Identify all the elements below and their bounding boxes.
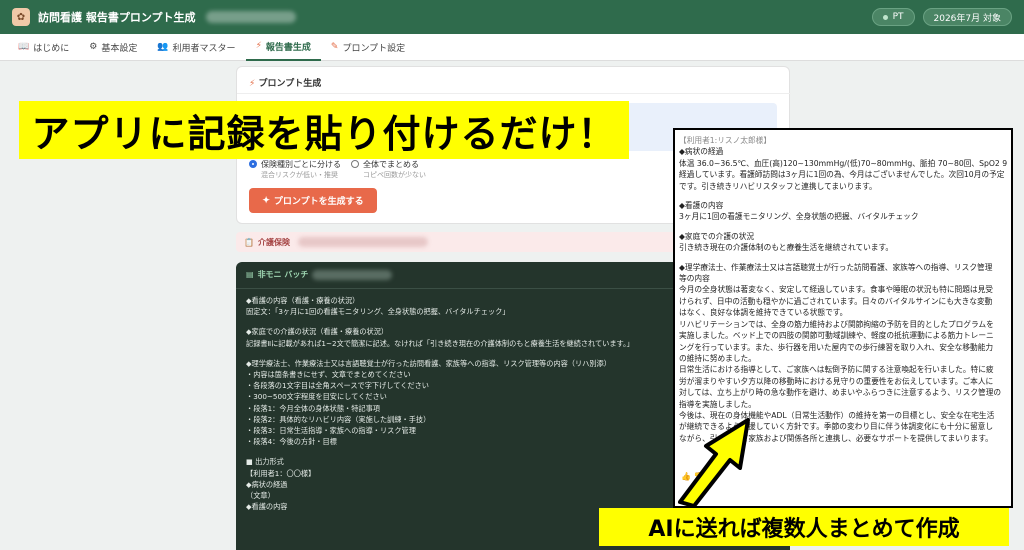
- document-line: リハビリテーションでは、全身の筋力維持および関節拘縮の予防を目的としたプログラム…: [679, 319, 994, 329]
- document-line: ◆看護の内容: [679, 201, 724, 211]
- ai-output-text: 【利用者1:リスノ太郎様】 ◆病状の経過 体温 36.0~36.5℃、血圧(高)12…: [679, 135, 1007, 444]
- document-line: 【利用者1:リスノ太郎様】: [679, 136, 772, 145]
- output-mode-options: 保険種別ごとに分ける 混合リスクが低い・推奨 全体でまとめる コピペ回数が少ない: [249, 159, 426, 180]
- document-line: ングを行っています。また、歩行器を用いた屋内での歩行練習を取り入れ、安全な移動能…: [679, 342, 994, 352]
- panel-title: ⚡ プロンプト生成: [249, 79, 322, 89]
- blurred-user-info: [205, 11, 296, 23]
- document-line: 経過しています。看護師訪問は3ヶ月に1回の為、今月はございませんでした。次回10…: [679, 170, 1005, 180]
- document-line: 実施しました。ベッド上での四肢の関節可動域訓練や、軽度の抵抗運動による筋力トレー…: [679, 331, 994, 341]
- radio-selected-icon: [249, 160, 257, 168]
- tab-basic-settings[interactable]: ⚙ 基本設定: [79, 34, 147, 61]
- pencil-icon: ✎: [330, 42, 339, 52]
- document-line: です。引き続きリハビリスタッフと連携してまいります。: [679, 181, 877, 191]
- headline-banner: アプリに記録を貼り付けるだけ！: [19, 101, 629, 159]
- app-header: ✿ 訪問看護 報告書プロンプト生成 PT 2026年7月 対象: [0, 0, 1024, 34]
- divider: [237, 93, 791, 94]
- document-line: ◆家庭での介護の状況: [679, 231, 755, 241]
- document-line: 労が溜まりやすい夕方以降の移動時における見守りの重要性をお伝えしています。ご本人…: [679, 376, 994, 386]
- document-line: 今月の全身状態は著変なく、安定して経過しています。食事や睡眠の状況も特に問題は見…: [679, 285, 993, 295]
- tab-intro[interactable]: 📖 はじめに: [8, 34, 79, 61]
- bolt-icon: ⚡: [255, 41, 262, 51]
- document-line: ◆病状の経過: [679, 147, 724, 157]
- arrow-up-right-icon: [678, 418, 750, 508]
- gear-icon: ⚙: [89, 42, 98, 52]
- document-line: 体温 36.0~36.5℃、血圧(高)120~130mmHg/(低)70~80m…: [679, 158, 1007, 168]
- tab-report-generate[interactable]: ⚡ 報告書生成: [245, 34, 321, 61]
- blurred-detail: [312, 270, 393, 280]
- bolt-icon: ⚡: [249, 79, 256, 89]
- document-line: の維持に努めました。: [679, 353, 756, 363]
- document-line: はなく、良好な体調を維持できている状態です。: [679, 308, 848, 318]
- document-line: 引き続き現在の介護体制のもと療養生活を継続されています。: [679, 243, 894, 253]
- app-logo-icon: ✿: [12, 8, 30, 26]
- main-nav: 📖 はじめに ⚙ 基本設定 👥 利用者マスター ⚡ 報告書生成 ✎ プロンプト設定: [0, 34, 1024, 61]
- users-icon: 👥: [157, 42, 169, 52]
- radio-unselected-icon: [351, 160, 359, 168]
- period-badge[interactable]: 2026年7月 対象: [922, 8, 1012, 26]
- document-line: 日常生活における指導として、ご家族へは転倒予防に関する注意喚起を行いました。特に…: [679, 365, 994, 375]
- document-line: 3ヶ月に1回の看護モニタリング、全身状態の把握、バイタルチェック: [679, 212, 919, 222]
- document-icon: ▤: [246, 270, 254, 280]
- document-line: 対しては、立ち上がり時の急な動作を避け、めまいやふらつきに注意するよう、リスク管…: [679, 388, 1002, 398]
- document-line: けられず、日中の活動も穏やかに過ごされています。日々のバイタルサインにも大きな変…: [679, 296, 993, 306]
- radio-merge-all[interactable]: 全体でまとめる コピペ回数が少ない: [351, 159, 426, 180]
- generate-prompt-button[interactable]: ✦ プロンプトを生成する: [249, 188, 377, 213]
- role-badge[interactable]: PT: [871, 8, 915, 26]
- caption-banner: AIに送れば複数人まとめて作成: [599, 508, 1009, 546]
- document-line: ◆理学療法士、作業療法士又は言語聴覚士が行った訪問看護、家族等への指導、リスク管…: [679, 262, 993, 272]
- clipboard-icon: 📋: [244, 237, 254, 247]
- document-line: 等の内容: [679, 274, 710, 284]
- app-title: 訪問看護 報告書プロンプト生成: [38, 11, 196, 24]
- book-icon: 📖: [18, 42, 30, 52]
- sparkle-icon: ✦: [262, 195, 270, 205]
- radio-split-by-insurance[interactable]: 保険種別ごとに分ける 混合リスクが低い・推奨: [249, 159, 341, 180]
- blurred-detail: [297, 237, 428, 247]
- tab-prompt-settings[interactable]: ✎ プロンプト設定: [321, 34, 415, 61]
- status-dot-icon: [882, 14, 888, 20]
- tab-user-master[interactable]: 👥 利用者マスター: [147, 34, 245, 61]
